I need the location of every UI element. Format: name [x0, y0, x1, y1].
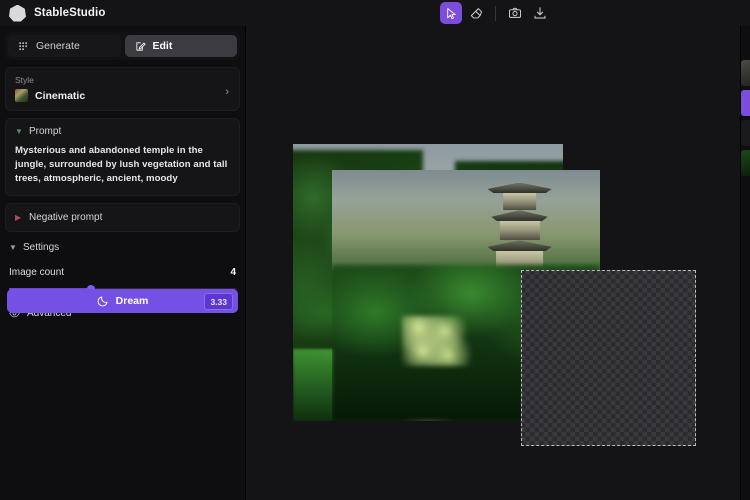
mode-tabs: Generate Edit — [5, 32, 240, 60]
prompt-title: Prompt — [29, 126, 61, 137]
download-tool-button[interactable] — [529, 2, 551, 24]
canvas-toolbar — [440, 2, 551, 24]
image-count-label: Image count — [9, 267, 64, 278]
negative-prompt-section[interactable]: ▶ Negative prompt — [5, 203, 240, 232]
history-thumbnail-2[interactable] — [741, 90, 750, 116]
grid-dots-icon — [18, 41, 29, 52]
dream-button[interactable]: Dream 3.33 — [7, 289, 238, 313]
tab-edit-label: Edit — [153, 40, 173, 52]
toolbar-divider — [495, 6, 496, 21]
eraser-icon — [469, 6, 483, 20]
history-thumbnail-3[interactable] — [741, 120, 750, 146]
settings-title: Settings — [23, 242, 59, 253]
history-thumbnail-1[interactable] — [741, 60, 750, 86]
stablestudio-app: StableStudio — [0, 0, 750, 500]
dream-label: Dream — [116, 295, 149, 307]
pagoda-roof-mid — [491, 210, 548, 221]
style-label: Style — [15, 75, 230, 85]
image-count-value: 4 — [230, 267, 236, 278]
transparent-selection-region[interactable] — [521, 270, 696, 446]
hexagon-logo-icon — [9, 5, 26, 22]
select-tool-button[interactable] — [440, 2, 462, 24]
sky-region — [332, 170, 600, 270]
bright-leaf-cluster — [402, 316, 472, 366]
brand: StableStudio — [0, 5, 105, 22]
image-count-row: Image count 4 — [9, 267, 236, 278]
moon-icon — [97, 295, 109, 307]
download-icon — [533, 6, 547, 20]
style-thumbnail-icon — [15, 89, 28, 102]
style-selector[interactable]: Style Cinematic › — [5, 67, 240, 111]
pagoda-tier-2 — [500, 221, 540, 240]
prompt-section[interactable]: ▼ Prompt Mysterious and abandoned temple… — [5, 118, 240, 196]
negative-prompt-header: ▶ Negative prompt — [15, 212, 230, 223]
tab-edit[interactable]: Edit — [125, 35, 238, 57]
pagoda-tier-1 — [503, 193, 536, 210]
prompt-header: ▼ Prompt — [15, 126, 230, 137]
history-filmstrip[interactable] — [740, 26, 750, 500]
title-bar: StableStudio — [0, 0, 750, 27]
chevron-down-icon: ▼ — [9, 244, 16, 252]
camera-icon — [508, 6, 522, 20]
pencil-square-icon — [135, 41, 146, 52]
cursor-arrow-icon — [445, 7, 458, 20]
chevron-right-icon: ▶ — [15, 214, 22, 222]
tab-generate[interactable]: Generate — [8, 35, 121, 57]
left-sidebar: Generate Edit Style Cinematic › — [0, 26, 246, 500]
chevron-down-icon: ▼ — [15, 128, 22, 136]
erase-tool-button[interactable] — [465, 2, 487, 24]
pagoda-roof-top — [487, 183, 551, 194]
chevron-right-icon: › — [225, 87, 229, 98]
style-row: Cinematic — [15, 89, 230, 102]
credits-badge: 3.33 — [204, 293, 233, 310]
prompt-text[interactable]: Mysterious and abandoned temple in the j… — [15, 144, 230, 186]
history-thumbnail-4[interactable] — [741, 150, 750, 176]
editor-canvas[interactable] — [246, 26, 750, 500]
pagoda-roof-low — [487, 240, 551, 251]
negative-prompt-title: Negative prompt — [29, 212, 102, 223]
tab-generate-label: Generate — [36, 40, 80, 52]
style-value: Cinematic — [35, 90, 85, 102]
screenshot-tool-button[interactable] — [504, 2, 526, 24]
settings-header[interactable]: ▼ Settings — [9, 242, 236, 253]
app-title: StableStudio — [34, 7, 105, 19]
